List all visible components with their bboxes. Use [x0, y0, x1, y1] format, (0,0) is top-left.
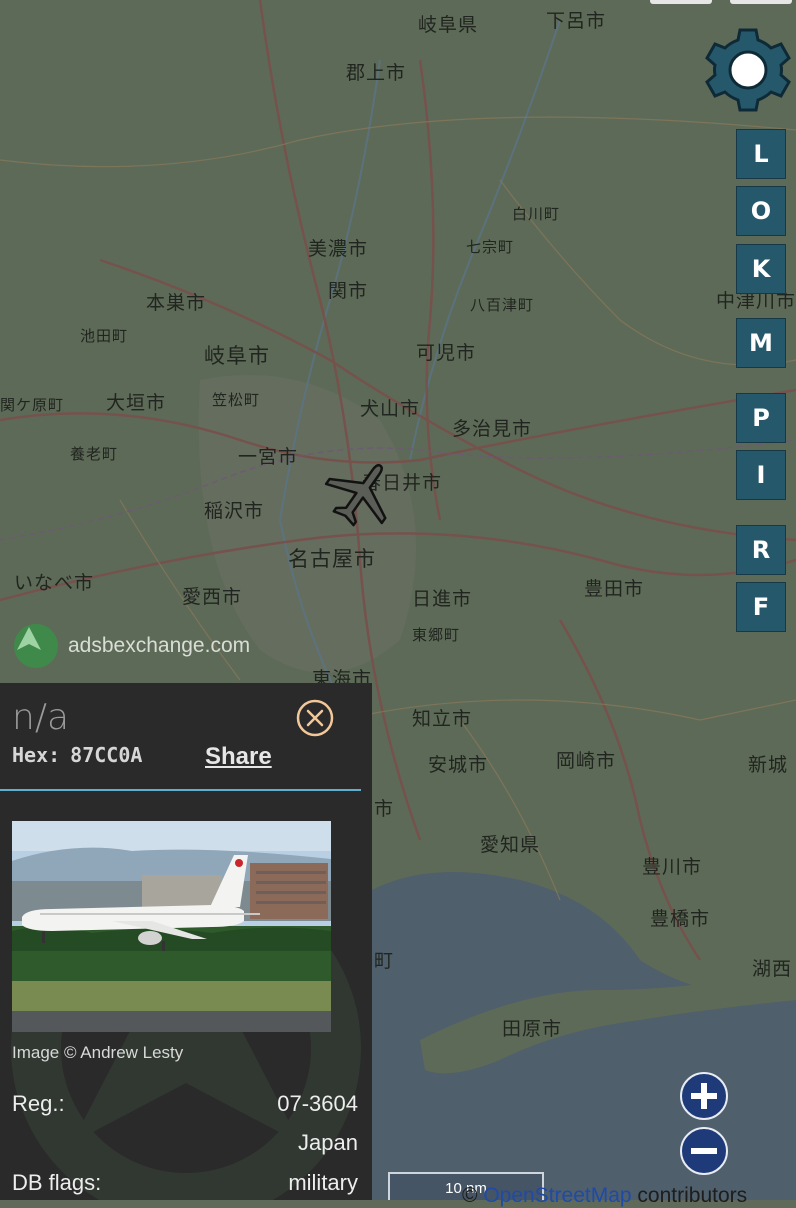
- map-label: 郡上市: [346, 62, 407, 84]
- map-label: 田原市: [502, 1018, 563, 1040]
- layer-toggle-i-button[interactable]: I: [736, 450, 786, 500]
- layer-toggle-o-button[interactable]: O: [736, 186, 786, 236]
- map-label: 稲沢市: [204, 500, 265, 522]
- map-label: 池田町: [80, 327, 129, 345]
- map-label: 湖西: [752, 958, 793, 980]
- map-label: 町: [374, 950, 395, 972]
- map-label: 知立市: [412, 708, 473, 730]
- map-label: 日進市: [412, 588, 473, 610]
- toolbar-button-stub[interactable]: [730, 0, 792, 4]
- layer-toggle-r-button[interactable]: R: [736, 525, 786, 575]
- map-label: 愛知県: [480, 834, 541, 856]
- db-flags-value: military: [288, 1170, 358, 1195]
- attribution-suffix: contributors: [631, 1184, 748, 1207]
- map-label: 岡崎市: [556, 750, 617, 772]
- map-label: 豊田市: [584, 578, 645, 600]
- adsbexchange-logo-icon: [14, 624, 58, 668]
- minus-icon: [691, 1148, 717, 1154]
- map-label: 新城: [748, 754, 789, 776]
- aircraft-icon[interactable]: [322, 456, 402, 528]
- toolbar-button-stub[interactable]: [650, 0, 712, 4]
- adsbexchange-watermark: adsbexchange.com: [14, 624, 250, 668]
- share-link[interactable]: Share: [205, 743, 272, 771]
- map-label: 下呂市: [546, 10, 607, 32]
- map-label: 市: [374, 798, 395, 820]
- map-label: 愛西市: [182, 586, 243, 608]
- hex-code: Hex: 87CC0A: [12, 743, 142, 767]
- map-label: 笠松町: [212, 391, 261, 409]
- map-label: 安城市: [428, 754, 489, 776]
- registration-value: 07-3604: [277, 1091, 358, 1116]
- map-attribution: © OpenStreetMap contributors: [462, 1184, 747, 1208]
- aircraft-callsign: n/a: [12, 697, 70, 738]
- aircraft-photo[interactable]: [12, 821, 331, 1032]
- map-label: 岐阜市: [204, 344, 270, 368]
- country-value: Japan: [298, 1130, 358, 1155]
- map-label: 名古屋市: [288, 547, 376, 571]
- map-label: 東郷町: [412, 626, 461, 644]
- watermark-text: adsbexchange.com: [68, 634, 251, 657]
- map-label: 一宮市: [238, 446, 299, 468]
- layer-toggle-f-button[interactable]: F: [736, 582, 786, 632]
- map-label: いなべ市: [14, 572, 95, 594]
- settings-gear-icon[interactable]: [704, 26, 792, 114]
- map-label: 七宗町: [466, 238, 515, 256]
- map-label: 可児市: [416, 342, 477, 364]
- hex-value: 87CC0A: [70, 743, 143, 767]
- map-label: 本巣市: [146, 292, 207, 314]
- attribution-prefix: ©: [462, 1184, 484, 1207]
- layer-toggle-m-button[interactable]: M: [736, 318, 786, 368]
- zoom-out-button[interactable]: [680, 1127, 728, 1175]
- map-label: 豊橋市: [650, 908, 711, 930]
- openstreetmap-link[interactable]: OpenStreetMap: [483, 1184, 631, 1207]
- layer-toggle-p-button[interactable]: P: [736, 393, 786, 443]
- map-label: 美濃市: [308, 238, 369, 260]
- db-flags-label: DB flags:: [12, 1170, 102, 1195]
- plus-icon: [691, 1083, 717, 1109]
- registration-label: Reg.:: [12, 1091, 65, 1116]
- layer-toggle-l-button[interactable]: L: [736, 129, 786, 179]
- map-label: 八百津町: [470, 296, 535, 314]
- map-label: 関ケ原町: [0, 396, 65, 414]
- aircraft-info-panel: n/a Hex: 87CC0A Share Image © Andrew Lest…: [0, 683, 372, 1200]
- map-label: 養老町: [70, 445, 119, 463]
- layer-toggle-k-button[interactable]: K: [736, 244, 786, 294]
- map-label: 岐阜県: [418, 14, 479, 36]
- zoom-in-button[interactable]: [680, 1072, 728, 1120]
- close-icon[interactable]: [296, 699, 334, 737]
- hex-label: Hex:: [12, 743, 61, 767]
- map-label: 豊川市: [642, 856, 703, 878]
- photo-credit: Image © Andrew Lesty: [12, 1043, 184, 1062]
- map-label: 大垣市: [106, 392, 167, 414]
- map-label: 多治見市: [452, 418, 533, 440]
- map-label: 白川町: [512, 205, 561, 223]
- map-label: 犬山市: [360, 398, 421, 420]
- map-label: 関市: [328, 280, 369, 302]
- panel-divider: [0, 789, 361, 791]
